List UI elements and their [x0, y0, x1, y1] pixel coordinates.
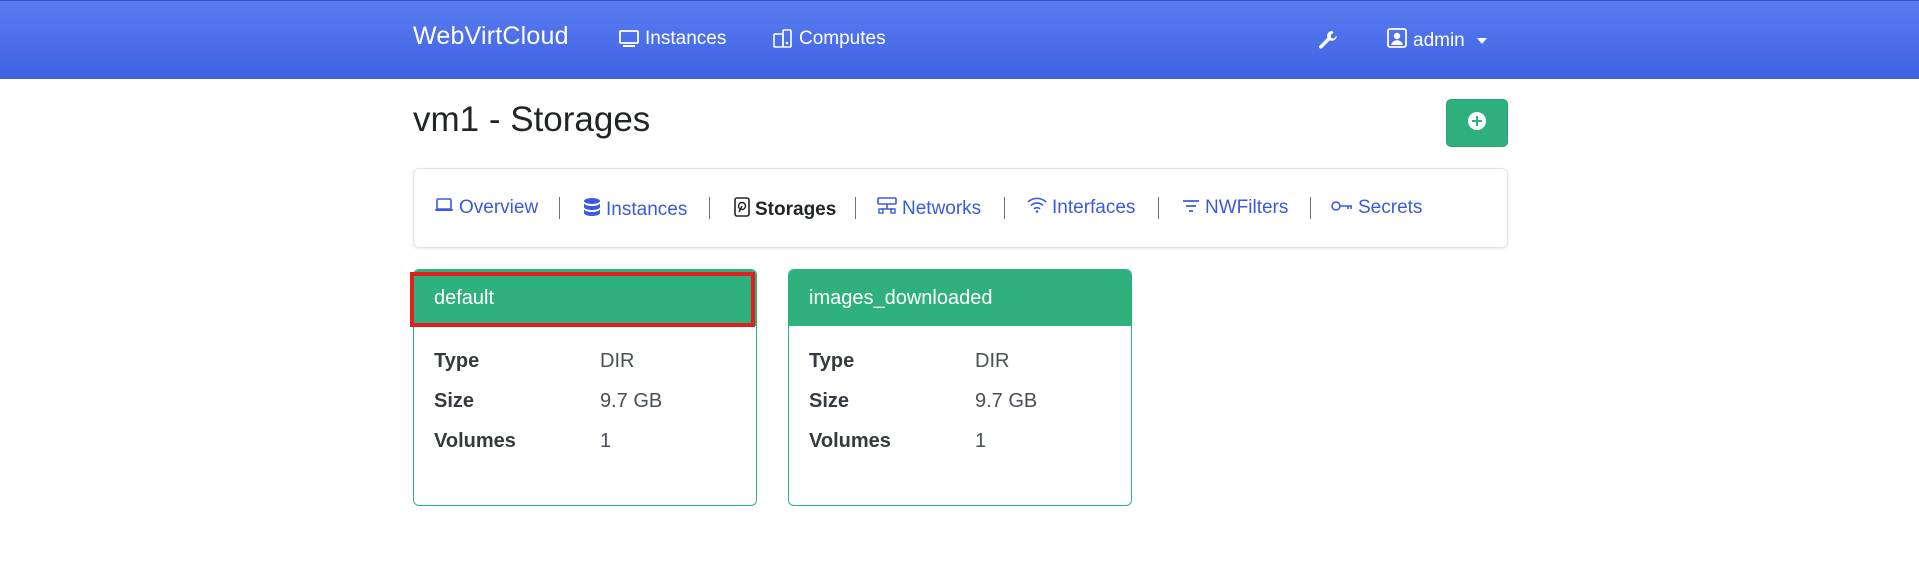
tab-networks[interactable]: Networks [877, 197, 981, 221]
pool-row: Volumes 1 [809, 430, 986, 453]
nav-computes[interactable]: Computes [773, 28, 886, 50]
pool-name-link[interactable]: images_downloaded [789, 270, 1131, 326]
network-icon [877, 197, 897, 221]
pool-name-link[interactable]: default [414, 270, 756, 326]
database-icon [583, 197, 601, 223]
hdd-icon [734, 197, 750, 223]
brand-logo[interactable]: WebVirtCloud [413, 22, 569, 51]
pool-row-value: 1 [975, 430, 987, 452]
tab-nwfilters-label: NWFilters [1205, 197, 1289, 218]
laptop-icon [434, 197, 454, 219]
user-icon [1387, 28, 1407, 54]
pool-row-value: DIR [600, 350, 635, 372]
desktop-icon [619, 30, 639, 48]
tab-nwfilters[interactable]: NWFilters [1182, 197, 1288, 219]
filter-icon [1182, 197, 1200, 219]
pool-row-key: Size [809, 390, 850, 412]
pool-row: Type DIR [809, 350, 1009, 373]
tab-divider [709, 197, 710, 219]
key-icon [1331, 197, 1353, 219]
tab-divider [1310, 197, 1311, 219]
nav-computes-label: Computes [799, 28, 886, 49]
tab-divider [1004, 197, 1005, 219]
tab-interfaces-label: Interfaces [1052, 197, 1136, 218]
tab-interfaces[interactable]: Interfaces [1027, 197, 1135, 219]
tab-secrets-label: Secrets [1358, 197, 1423, 218]
nav-instances[interactable]: Instances [619, 28, 726, 50]
tab-overview[interactable]: Overview [434, 197, 538, 219]
pool-row-value: 9.7 GB [600, 390, 663, 412]
host-tabs: Overview Instances Storages Networks Int… [413, 168, 1508, 248]
tab-storages-label: Storages [755, 199, 837, 220]
plus-circle-icon [1467, 111, 1487, 136]
wifi-icon [1027, 197, 1047, 219]
tab-divider [855, 197, 856, 219]
page-title: vm1 - Storages [413, 100, 651, 139]
tab-divider [1158, 197, 1159, 219]
tab-instances-label: Instances [606, 199, 688, 220]
tab-networks-label: Networks [902, 198, 982, 219]
user-menu[interactable]: admin [1387, 28, 1487, 54]
top-navbar: WebVirtCloud Instances Computes admin [0, 0, 1919, 79]
nav-instances-label: Instances [645, 28, 727, 49]
pool-row-value: 9.7 GB [975, 390, 1038, 412]
pool-row-key: Volumes [809, 430, 891, 452]
tab-divider [559, 197, 560, 219]
pool-row-value: 1 [600, 430, 612, 452]
tab-secrets[interactable]: Secrets [1331, 197, 1422, 219]
user-name: admin [1413, 30, 1465, 51]
tab-instances[interactable]: Instances [583, 197, 687, 223]
pool-row: Size 9.7 GB [809, 390, 1037, 413]
pool-row-key: Type [809, 350, 855, 372]
pool-row: Type DIR [434, 350, 634, 373]
pool-row-key: Volumes [434, 430, 516, 452]
add-storage-button[interactable] [1446, 99, 1508, 147]
pool-row-key: Size [434, 390, 475, 412]
chevron-down-icon [1476, 38, 1487, 44]
pool-row: Volumes 1 [434, 430, 611, 453]
tab-overview-label: Overview [459, 197, 539, 218]
pool-row-key: Type [434, 350, 480, 372]
storage-pool-card: default Type DIR Size 9.7 GB Volumes 1 [413, 269, 757, 506]
storage-pool-card: images_downloaded Type DIR Size 9.7 GB V… [788, 269, 1132, 506]
tab-storages[interactable]: Storages [734, 197, 836, 223]
server-icon [773, 29, 793, 49]
pool-row: Size 9.7 GB [434, 390, 662, 413]
pool-row-value: DIR [975, 350, 1010, 372]
wrench-icon[interactable] [1317, 29, 1339, 56]
